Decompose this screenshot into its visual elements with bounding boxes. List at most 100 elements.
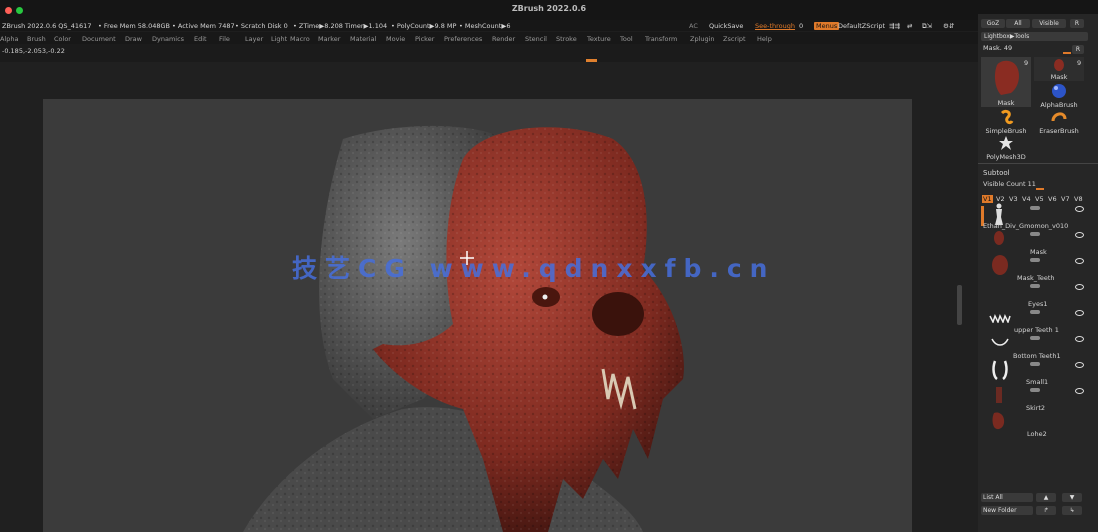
brush-alphabrush[interactable]: AlphaBrush — [1034, 83, 1084, 109]
list-all-button[interactable]: List All — [981, 493, 1033, 502]
menu-item[interactable]: Zscript — [723, 35, 746, 43]
menu-item[interactable]: Document — [82, 35, 116, 43]
version-tab-v3[interactable]: V3 — [1009, 195, 1018, 203]
version-tab-v7[interactable]: V7 — [1061, 195, 1070, 203]
canvas-scrollbar[interactable] — [957, 285, 962, 325]
menu-item[interactable]: Edit — [194, 35, 207, 43]
menu-item[interactable]: Tool — [620, 35, 633, 43]
subtool-row[interactable]: Eyes1 — [981, 281, 1086, 308]
visibility-eye-icon[interactable] — [1075, 284, 1084, 290]
scratch-disk-text: • Scratch Disk 0 — [235, 22, 288, 30]
menu-item[interactable]: File — [219, 35, 230, 43]
visibility-eye-icon[interactable] — [1075, 388, 1084, 394]
layout-icon[interactable]: ⇶⇶ — [889, 22, 900, 30]
polycount-text: • PolyCount▶9.8 MP — [391, 22, 457, 30]
menu-item[interactable]: Macro — [290, 35, 310, 43]
visible-count-handle[interactable] — [1036, 188, 1044, 190]
menu-item[interactable]: Stencil — [525, 35, 547, 43]
new-folder-button[interactable]: New Folder — [981, 506, 1033, 515]
subtool-toggle[interactable] — [1030, 284, 1040, 288]
menu-item[interactable]: Material — [350, 35, 376, 43]
sculpt-viewport[interactable] — [43, 99, 912, 532]
goz-button[interactable]: GoZ — [981, 19, 1005, 28]
version-tab-v4[interactable]: V4 — [1022, 195, 1031, 203]
menu-item[interactable]: Movie — [386, 35, 405, 43]
swap-icon[interactable]: ⇄ — [907, 22, 912, 30]
brush-mask-small[interactable]: 9 Mask — [1034, 57, 1084, 81]
subtool-toggle[interactable] — [1030, 232, 1040, 236]
window-layout-icon[interactable]: ⧉⇲ — [922, 22, 932, 31]
subtool-row[interactable]: Lohe2 — [981, 411, 1086, 438]
subtool-toggle[interactable] — [1030, 310, 1040, 314]
lightbox-tools-button[interactable]: Lightbox▶Tools — [981, 32, 1088, 41]
menu-item[interactable]: Texture — [587, 35, 611, 43]
menu-item[interactable]: Picker — [415, 35, 434, 43]
subtool-toggle[interactable] — [1030, 336, 1040, 340]
menu-item[interactable]: Layer — [245, 35, 263, 43]
menu-item[interactable]: Preferences — [444, 35, 482, 43]
subtool-toggle[interactable] — [1030, 258, 1040, 262]
visibility-eye-icon[interactable] — [1075, 310, 1084, 316]
subtool-toggle[interactable] — [1030, 362, 1040, 366]
ac-button[interactable]: AC — [689, 22, 698, 30]
menu-item[interactable]: Draw — [125, 35, 142, 43]
move-down-button[interactable]: ▼ — [1062, 493, 1082, 502]
version-tab-v6[interactable]: V6 — [1048, 195, 1057, 203]
version-tab-v5[interactable]: V5 — [1035, 195, 1044, 203]
menu-item[interactable]: Help — [757, 35, 772, 43]
r-button[interactable]: R — [1070, 19, 1084, 28]
menu-item[interactable]: Zplugin — [690, 35, 715, 43]
bottom-teeth-thumbnail-icon — [991, 338, 1009, 346]
menu-item[interactable]: Alpha — [0, 35, 18, 43]
menu-item[interactable]: Light — [271, 35, 287, 43]
quicksave-button[interactable]: QuickSave — [709, 22, 743, 30]
subtool-toggle[interactable] — [1030, 206, 1040, 210]
brush-label: Mask — [1050, 73, 1068, 81]
visibility-eye-icon[interactable] — [1075, 258, 1084, 264]
teeth-thumbnail-icon — [989, 314, 1011, 323]
visibility-eye-icon[interactable] — [1075, 362, 1084, 368]
brush-polymesh3d[interactable]: PolyMesh3D — [981, 135, 1031, 161]
all-button[interactable]: All — [1006, 19, 1030, 28]
brush-simplebrush[interactable]: SimpleBrush — [981, 109, 1031, 135]
move-up-button[interactable]: ▲ — [1036, 493, 1056, 502]
toolbar-strip — [0, 44, 978, 62]
watermark-text: 技艺CG www.qdnxxfb.cn — [292, 254, 776, 283]
brush-mask-large[interactable]: 9 Mask — [981, 57, 1031, 107]
subtool-row[interactable]: Mask — [981, 229, 1086, 256]
settings-icon[interactable]: ⚙⇵ — [943, 22, 954, 30]
menu-item[interactable]: Brush — [27, 35, 46, 43]
subtool-row[interactable]: Skirt2 — [981, 385, 1086, 412]
visibility-eye-icon[interactable] — [1075, 336, 1084, 342]
r-small-button[interactable]: R — [1072, 45, 1084, 54]
version-tab-v8[interactable]: V8 — [1074, 195, 1083, 203]
version-tab-v2[interactable]: V2 — [996, 195, 1005, 203]
menu-item[interactable]: Render — [492, 35, 515, 43]
brush-eraserbrush[interactable]: EraserBrush — [1034, 109, 1084, 135]
star-icon — [999, 136, 1013, 150]
menu-item[interactable]: Dynamics — [152, 35, 184, 43]
visibility-eye-icon[interactable] — [1075, 206, 1084, 212]
menus-button[interactable]: Menus — [814, 22, 840, 30]
visible-count-slider[interactable]: Visible Count 11 — [983, 180, 1036, 188]
default-zscript-button[interactable]: DefaultZScript — [838, 22, 885, 30]
version-tab-v1[interactable]: V1 — [982, 195, 993, 203]
see-through-slider[interactable]: See-through — [755, 22, 795, 30]
subtool-title[interactable]: Subtool — [983, 169, 1010, 177]
subtool-row[interactable]: Bottom Teeth1 — [981, 333, 1086, 360]
menu-item[interactable]: Marker — [318, 35, 340, 43]
subtool-row[interactable]: Ethan_Div_Gmomon_v010 — [981, 203, 1086, 230]
menu-item[interactable]: Stroke — [556, 35, 577, 43]
document-canvas[interactable] — [43, 99, 912, 532]
visibility-eye-icon[interactable] — [1075, 232, 1084, 238]
menu-item[interactable]: Color — [54, 35, 71, 43]
subtool-row[interactable]: upper Teeth 1 — [981, 307, 1086, 334]
subtool-toggle[interactable] — [1030, 388, 1040, 392]
mask-slider[interactable] — [1063, 52, 1071, 54]
subtool-row[interactable]: Mask_Teeth — [981, 255, 1086, 282]
visible-button[interactable]: Visible — [1032, 19, 1066, 28]
redo-arrow-icon[interactable]: ↱ — [1036, 506, 1056, 515]
menu-item[interactable]: Transform — [645, 35, 677, 43]
subtool-row[interactable]: Small1 — [981, 359, 1086, 386]
return-arrow-icon[interactable]: ↳ — [1062, 506, 1082, 515]
